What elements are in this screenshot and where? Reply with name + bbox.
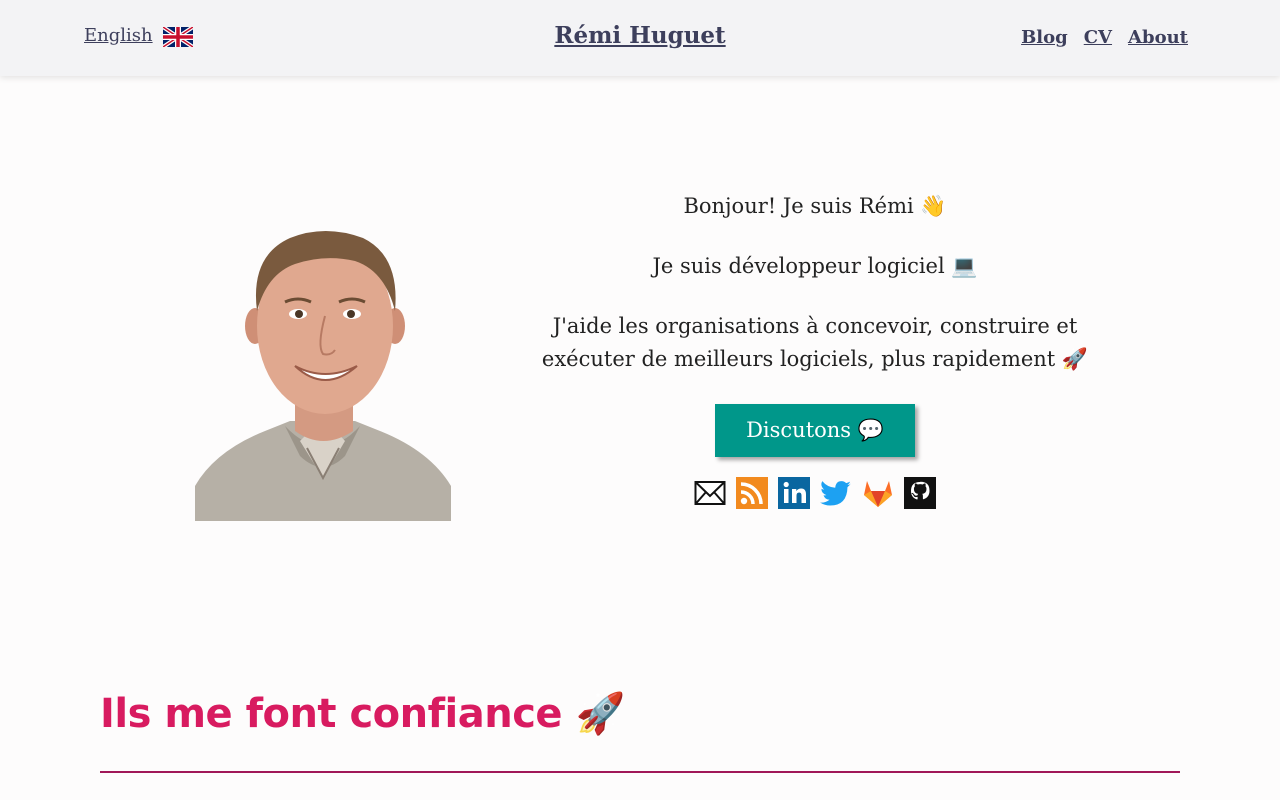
hero-greeting: Bonjour! Je suis Rémi 👋	[683, 194, 947, 218]
rss-icon[interactable]	[736, 477, 768, 509]
hero-section: Bonjour! Je suis Rémi 👋 Je suis développ…	[540, 190, 1090, 509]
nav-cv-link[interactable]: CV	[1084, 27, 1112, 48]
linkedin-icon[interactable]	[778, 477, 810, 509]
nav-about-link[interactable]: About	[1128, 27, 1188, 48]
contact-button[interactable]: Discutons 💬	[715, 404, 915, 457]
social-links	[540, 477, 1090, 509]
nav-blog-link[interactable]: Blog	[1021, 27, 1068, 48]
main-nav: Blog CV About	[1021, 27, 1188, 48]
github-icon[interactable]	[904, 477, 936, 509]
gitlab-icon[interactable]	[862, 477, 894, 509]
site-title-link[interactable]: Rémi Huguet	[554, 22, 725, 49]
section-divider	[100, 771, 1180, 773]
hero-pitch: J'aide les organisations à concevoir, co…	[541, 314, 1089, 371]
section-title: Ils me font confiance 🚀	[100, 691, 625, 737]
profile-photo	[195, 216, 451, 521]
top-bar: English Rémi Huguet Blog CV About	[0, 0, 1280, 76]
email-icon[interactable]	[694, 477, 726, 509]
hero-role: Je suis développeur logiciel 💻	[652, 254, 978, 278]
twitter-icon[interactable]	[820, 477, 852, 509]
